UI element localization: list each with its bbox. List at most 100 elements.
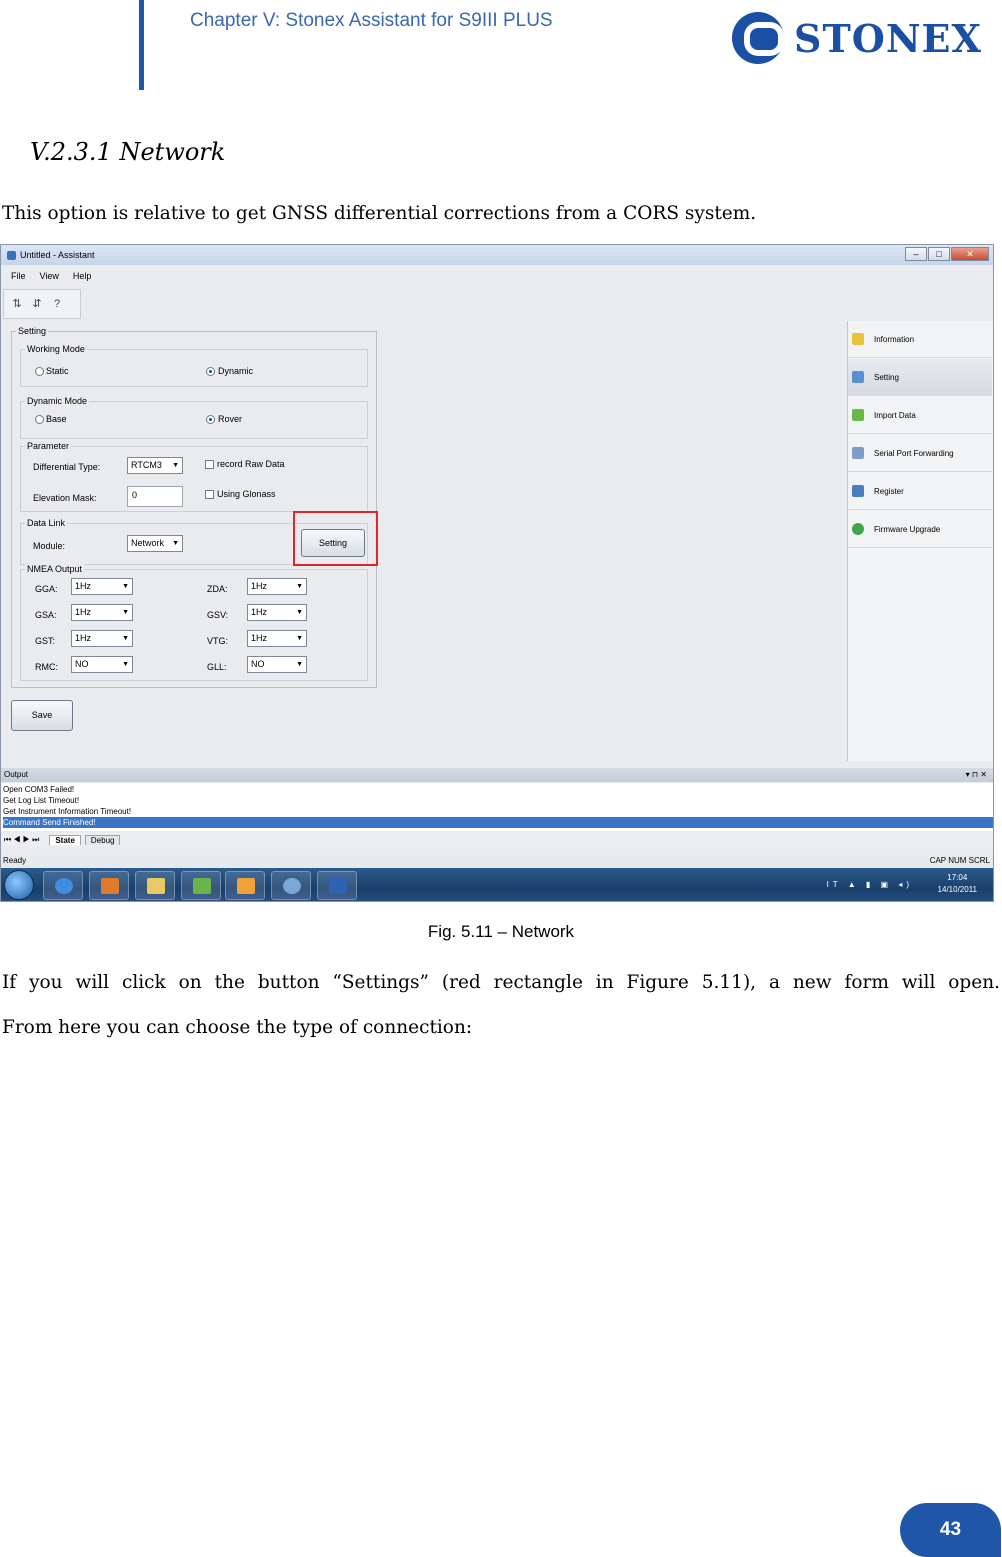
setting-group: Setting Working Mode Static Dynamic Dyna… xyxy=(11,326,377,688)
menu-help[interactable]: Help xyxy=(73,271,92,281)
gll-value: NO xyxy=(251,659,265,669)
clock-date: 14/10/2011 xyxy=(937,885,977,894)
nav-setting[interactable]: Setting xyxy=(848,359,992,396)
close-icon[interactable]: ✕ xyxy=(951,247,989,261)
nav-information[interactable]: Information xyxy=(848,321,992,358)
clock-time: 17:04 xyxy=(947,873,968,882)
nav-register[interactable]: Register xyxy=(848,473,992,510)
module-select[interactable]: Network ▼ xyxy=(127,535,183,552)
brand-name: STONEX xyxy=(794,15,983,61)
dynamic-label: Dynamic xyxy=(218,366,254,376)
ie-icon[interactable] xyxy=(43,871,83,900)
log-line: Get Instrument Information Timeout! xyxy=(3,807,132,816)
using-glonass-checkbox[interactable] xyxy=(205,490,214,499)
nav-serial-port-forwarding[interactable]: Serial Port Forwarding xyxy=(848,435,992,472)
system-tray[interactable]: IT ▲ ▮ ▣ ◂) xyxy=(827,880,913,889)
gsa-select[interactable]: 1Hz ▼ xyxy=(71,604,133,621)
start-button-icon[interactable] xyxy=(4,870,34,900)
zda-select[interactable]: 1Hz ▼ xyxy=(247,578,307,595)
serial-port-icon xyxy=(852,447,864,459)
chapter-title: Chapter V: Stonex Assistant for S9III PL… xyxy=(190,10,553,31)
disconnect-icon[interactable]: ⇵ xyxy=(30,295,44,313)
intro-paragraph: This option is relative to get GNSS diff… xyxy=(2,203,757,224)
stonex-logo: STONEX xyxy=(732,10,1000,66)
menu-file[interactable]: File xyxy=(11,271,26,281)
rover-label: Rover xyxy=(218,414,243,424)
rmc-label: RMC: xyxy=(35,662,58,672)
gsa-label: GSA: xyxy=(35,610,57,620)
chevron-down-icon: ▼ xyxy=(172,540,179,547)
outlook-icon[interactable] xyxy=(225,871,265,900)
elevation-mask-label: Elevation Mask: xyxy=(33,493,97,503)
nav-information-label: Information xyxy=(874,334,915,344)
rmc-value: NO xyxy=(75,659,89,669)
parameter-legend: Parameter xyxy=(25,441,72,451)
gll-select[interactable]: NO ▼ xyxy=(247,656,307,673)
nav-firmware-upgrade[interactable]: Firmware Upgrade xyxy=(848,511,992,548)
dynamic-mode-legend: Dynamic Mode xyxy=(25,396,90,406)
system-clock: 17:04 14/10/2011 xyxy=(938,872,977,896)
window-titlebar: Untitled - Assistant – □ ✕ xyxy=(1,245,993,265)
base-label: Base xyxy=(46,414,67,424)
body-paragraph-1: If you will click on the button “Setting… xyxy=(2,972,1000,993)
vtg-select[interactable]: 1Hz ▼ xyxy=(247,630,307,647)
data-link-legend: Data Link xyxy=(25,518,68,528)
word-icon[interactable] xyxy=(317,871,357,900)
register-icon xyxy=(852,485,864,497)
window-title: Untitled - Assistant xyxy=(20,250,95,260)
chevron-down-icon: ▼ xyxy=(122,661,129,668)
differential-type-value: RTCM3 xyxy=(131,460,162,470)
gsa-value: 1Hz xyxy=(75,607,92,617)
chevron-down-icon: ▼ xyxy=(122,635,129,642)
save-button[interactable]: Save xyxy=(11,700,73,731)
chevron-down-icon: ▼ xyxy=(122,583,129,590)
rover-radio[interactable] xyxy=(206,415,215,424)
elevation-mask-input[interactable]: 0 xyxy=(127,486,183,507)
windows-taskbar: IT ▲ ▮ ▣ ◂) 17:04 14/10/2011 xyxy=(1,868,993,901)
explorer-folder-icon[interactable] xyxy=(135,871,175,900)
maximize-icon[interactable]: □ xyxy=(928,247,950,261)
messenger-icon[interactable] xyxy=(181,871,221,900)
nav-import-data[interactable]: Import Data xyxy=(848,397,992,434)
gst-select[interactable]: 1Hz ▼ xyxy=(71,630,133,647)
help-icon[interactable]: ? xyxy=(50,295,64,313)
static-radio[interactable] xyxy=(35,367,44,376)
tab-debug[interactable]: Debug xyxy=(84,835,121,845)
output-panel-controls[interactable]: ▾ ⊓ ✕ xyxy=(966,768,987,782)
tab-state[interactable]: State xyxy=(49,835,81,845)
tab-nav-arrows[interactable]: ⏮ ◀ ▶ ⏭ xyxy=(4,835,39,845)
differential-type-label: Differential Type: xyxy=(33,462,101,472)
zda-label: ZDA: xyxy=(207,584,228,594)
vtg-value: 1Hz xyxy=(251,633,268,643)
connect-icon[interactable]: ⇅ xyxy=(10,295,24,313)
differential-type-select[interactable]: RTCM3 ▼ xyxy=(127,457,183,474)
gga-label: GGA: xyxy=(35,584,58,594)
dynamic-radio[interactable] xyxy=(206,367,215,376)
nmea-output-group: NMEA Output GGA: 1Hz ▼ GSA: 1Hz ▼ GST: 1Hz… xyxy=(20,564,368,681)
highlight-rectangle xyxy=(293,511,378,566)
gga-value: 1Hz xyxy=(75,581,92,591)
vtg-label: VTG: xyxy=(207,636,229,646)
base-radio[interactable] xyxy=(35,415,44,424)
output-tabs: ⏮ ◀ ▶ ⏭ State Debug xyxy=(1,833,993,847)
gst-label: GST: xyxy=(35,636,56,646)
static-label: Static xyxy=(46,366,69,376)
keyboard-indicators: CAP NUM SCRL xyxy=(929,856,990,865)
assistant-gear-icon[interactable] xyxy=(271,871,311,900)
gsv-value: 1Hz xyxy=(251,607,268,617)
media-player-icon[interactable] xyxy=(89,871,129,900)
output-log: Open COM3 Failed! Get Log List Timeout! … xyxy=(1,783,993,831)
gsv-select[interactable]: 1Hz ▼ xyxy=(247,604,307,621)
language-indicator: IT xyxy=(826,880,842,889)
figure-caption: Fig. 5.11 – Network xyxy=(427,922,575,941)
minimize-icon[interactable]: – xyxy=(905,247,927,261)
using-glonass-label: Using Glonass xyxy=(217,489,276,499)
chevron-down-icon: ▼ xyxy=(122,609,129,616)
upgrade-icon xyxy=(852,523,864,535)
menu-view[interactable]: View xyxy=(40,271,59,281)
chevron-down-icon: ▼ xyxy=(296,609,303,616)
download-arrow-icon xyxy=(852,409,864,421)
record-raw-checkbox[interactable] xyxy=(205,460,214,469)
rmc-select[interactable]: NO ▼ xyxy=(71,656,133,673)
gga-select[interactable]: 1Hz ▼ xyxy=(71,578,133,595)
